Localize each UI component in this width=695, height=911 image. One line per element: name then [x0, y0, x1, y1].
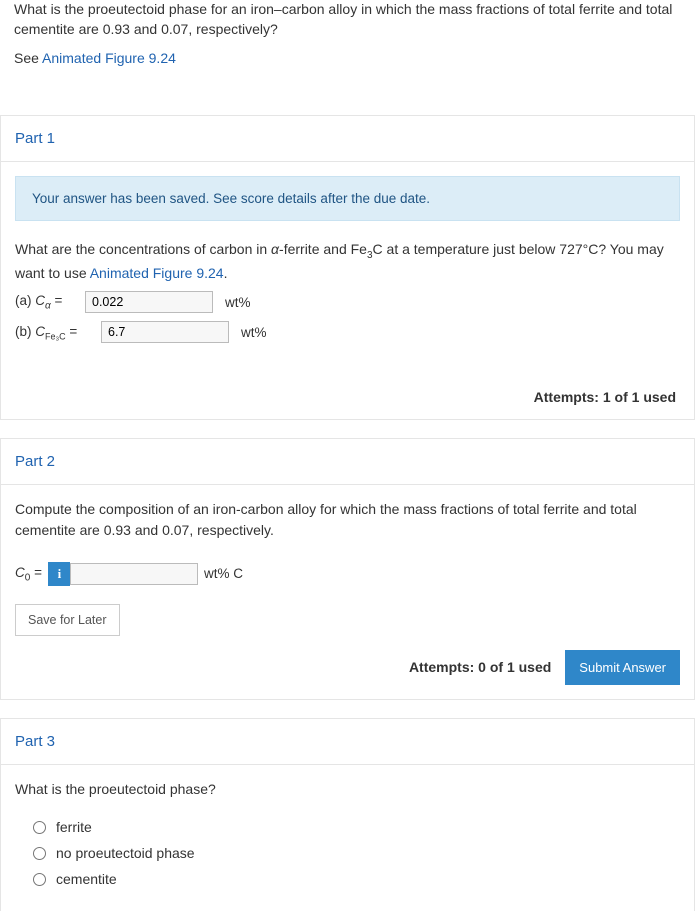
unit-b: wt%: [241, 325, 267, 340]
part1-header: Part 1: [0, 115, 695, 161]
saved-alert: Your answer has been saved. See score de…: [15, 176, 680, 221]
see-prefix: See: [14, 50, 42, 66]
c0-eq: =: [30, 565, 42, 580]
part2-body: Compute the composition of an iron-carbo…: [0, 484, 695, 700]
q-end: .: [224, 265, 228, 281]
part2-question: Compute the composition of an iron-carbo…: [15, 499, 680, 540]
q-mid: -ferrite and Fe: [279, 241, 367, 257]
part2-attempts: Attempts: 0 of 1 used: [409, 659, 551, 675]
intro-block: What is the proeutectoid phase for an ir…: [0, 0, 695, 97]
a-pre: (a): [15, 293, 35, 308]
part1-attempts: Attempts: 1 of 1 used: [15, 389, 680, 405]
label-a: (a) Cα =: [15, 293, 79, 312]
b-pre: (b): [15, 324, 35, 339]
radio-group: ferrite no proeutectoid phase cementite: [15, 819, 680, 887]
radio-cementite-label: cementite: [56, 871, 117, 887]
label-c0: C0 =: [15, 565, 42, 584]
radio-option-cementite[interactable]: cementite: [33, 871, 680, 887]
b-sym: C: [35, 324, 45, 339]
c-fe3c-input[interactable]: [101, 321, 229, 343]
part2-header: Part 2: [0, 438, 695, 484]
alpha-symbol: α: [271, 241, 279, 257]
c-alpha-input[interactable]: [85, 291, 213, 313]
info-icon[interactable]: i: [48, 562, 70, 586]
radio-cementite-input[interactable]: [33, 873, 46, 886]
part3-header: Part 3: [0, 718, 695, 764]
a-eq: =: [51, 293, 63, 308]
radio-option-ferrite[interactable]: ferrite: [33, 819, 680, 835]
part1-body: Your answer has been saved. See score de…: [0, 161, 695, 421]
part1-row-a: (a) Cα = wt%: [15, 291, 680, 313]
unit-c0: wt% C: [204, 566, 243, 581]
radio-ferrite-label: ferrite: [56, 819, 92, 835]
a-sym: C: [35, 293, 45, 308]
b-sub: Fe₃C: [45, 331, 66, 341]
part3-body: What is the proeutectoid phase? ferrite …: [0, 764, 695, 911]
save-for-later-button[interactable]: Save for Later: [15, 604, 120, 636]
radio-none-input[interactable]: [33, 847, 46, 860]
intro-question: What is the proeutectoid phase for an ir…: [14, 0, 681, 39]
part1-question: What are the concentrations of carbon in…: [15, 239, 680, 284]
part1-row-b: (b) CFe₃C = wt%: [15, 321, 680, 343]
q-prefix: What are the concentrations of carbon in: [15, 241, 271, 257]
b-eq: =: [66, 324, 78, 339]
c0-sym: C: [15, 565, 25, 580]
radio-none-label: no proeutectoid phase: [56, 845, 195, 861]
part2-submit-row: Attempts: 0 of 1 used Submit Answer: [15, 650, 680, 685]
radio-option-none[interactable]: no proeutectoid phase: [33, 845, 680, 861]
part3-question: What is the proeutectoid phase?: [15, 779, 680, 799]
intro-see: See Animated Figure 9.24: [14, 49, 681, 69]
animated-figure-link[interactable]: Animated Figure 9.24: [42, 50, 176, 66]
c0-input[interactable]: [70, 563, 198, 585]
unit-a: wt%: [225, 295, 251, 310]
radio-ferrite-input[interactable]: [33, 821, 46, 834]
part2-input-row: C0 = i wt% C: [15, 562, 680, 586]
animated-figure-link-2[interactable]: Animated Figure 9.24: [90, 265, 224, 281]
submit-answer-button[interactable]: Submit Answer: [565, 650, 680, 685]
label-b: (b) CFe₃C =: [15, 324, 95, 342]
